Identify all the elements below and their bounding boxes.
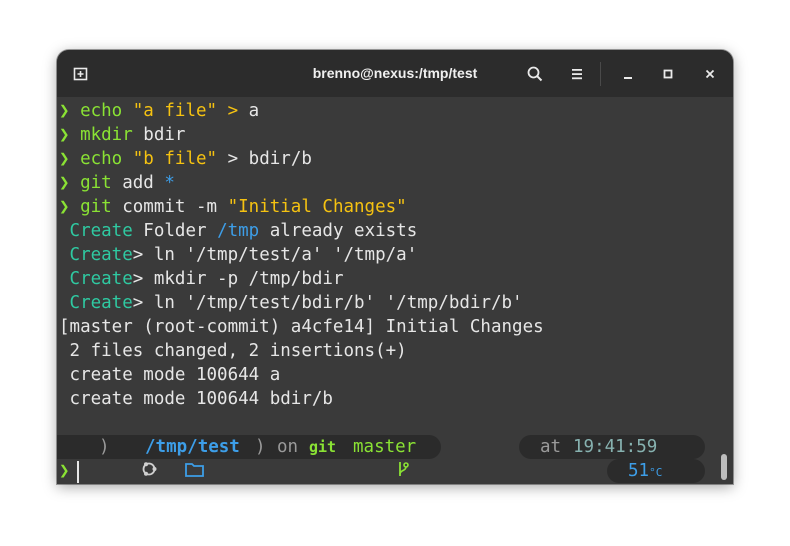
terminal-window: brenno@nexus:/tmp/test ❯ echo "a file" >… [57, 50, 733, 484]
terminal-text: Create [59, 245, 133, 265]
terminal-area[interactable]: ❯ echo "a file" > a ❯ mkdir bdir ❯ echo "b… [57, 97, 733, 484]
terminal-text: /tmp [217, 221, 260, 241]
close-icon[interactable] [698, 62, 722, 86]
prompt-on-label: on [277, 437, 299, 457]
terminal-line: 2 files changed, 2 insertions(+) [59, 339, 407, 363]
terminal-text: "a file" [132, 101, 218, 121]
prompt-time: 19:41:59 [573, 437, 658, 457]
git-branch-name: master [353, 437, 417, 457]
prompt-at-label: at [540, 437, 562, 457]
terminal-line: Create> ln '/tmp/test/bdir/b' '/tmp/bdir… [59, 291, 523, 315]
terminal-text: "Initial Changes" [227, 197, 407, 217]
terminal-line: ❯ echo "b file" > bdir/b [59, 147, 312, 171]
terminal-line: create mode 100644 a [59, 363, 281, 387]
terminal-text: a [248, 101, 260, 121]
terminal-text: > ln '/tmp/test/bdir/b' '/tmp/bdir/b' [132, 293, 523, 313]
terminal-text: bdir/b [248, 149, 312, 169]
terminal-line: ❯ git add * [59, 171, 175, 195]
prompt-bracket-close: ) [99, 437, 110, 457]
title-bar: brenno@nexus:/tmp/test [57, 50, 733, 97]
terminal-text: Create [59, 221, 133, 241]
terminal-text: ❯ [59, 101, 81, 121]
terminal-text: git [80, 197, 123, 217]
minimize-icon[interactable] [616, 62, 640, 86]
terminal-text: ❯ [59, 173, 81, 193]
terminal-text: > [217, 101, 249, 121]
terminal-line: Create> ln '/tmp/test/a' '/tmp/a' [59, 243, 418, 267]
terminal-text: > [217, 149, 249, 169]
terminal-line: [master (root-commit) a4cfe14] Initial C… [59, 315, 544, 339]
terminal-text: ❯ [59, 125, 81, 145]
terminal-text: > mkdir -p /tmp/bdir [132, 269, 344, 289]
terminal-text: "b file" [132, 149, 218, 169]
terminal-text: commit -m [122, 197, 228, 217]
terminal-text: add [122, 173, 165, 193]
terminal-text: ❯ [59, 197, 81, 217]
terminal-line: Create Folder /tmp already exists [59, 219, 418, 243]
maximize-icon[interactable] [656, 62, 680, 86]
search-icon[interactable] [523, 62, 547, 86]
scrollbar-thumb[interactable] [721, 454, 727, 480]
terminal-text: git [80, 173, 123, 193]
terminal-text: Folder [132, 221, 218, 241]
terminal-line: create mode 100644 bdir/b [59, 387, 333, 411]
prompt-temperature: 51°C [628, 461, 663, 481]
terminal-text: 2 files changed, 2 insertions(+) [59, 341, 407, 361]
terminal-text: already exists [259, 221, 418, 241]
terminal-text: Create [59, 269, 133, 289]
terminal-text: bdir [143, 125, 186, 145]
terminal-text: * [164, 173, 175, 193]
terminal-text: > ln '/tmp/test/a' '/tmp/a' [132, 245, 418, 265]
terminal-text: create mode 100644 bdir/b [59, 389, 333, 409]
terminal-line: ❯ git commit -m "Initial Changes" [59, 195, 407, 219]
menu-icon[interactable] [565, 62, 589, 86]
terminal-text: echo [80, 149, 133, 169]
terminal-text: [master (root-commit) a4cfe14] Initial C… [59, 317, 544, 337]
input-prompt-arrow: ❯ [59, 461, 70, 481]
terminal-text: Create [59, 293, 133, 313]
terminal-line: Create> mkdir -p /tmp/bdir [59, 267, 344, 291]
terminal-text: echo [80, 101, 133, 121]
prompt-path: /tmp/test [145, 437, 240, 457]
titlebar-separator [600, 62, 601, 86]
text-cursor [77, 461, 79, 483]
prompt-bracket-end: ) [255, 437, 266, 457]
terminal-line: ❯ echo "a file" > a [59, 99, 259, 123]
terminal-text: mkdir [80, 125, 144, 145]
terminal-text: create mode 100644 a [59, 365, 281, 385]
terminal-line: ❯ mkdir bdir [59, 123, 185, 147]
terminal-text: ❯ [59, 149, 81, 169]
